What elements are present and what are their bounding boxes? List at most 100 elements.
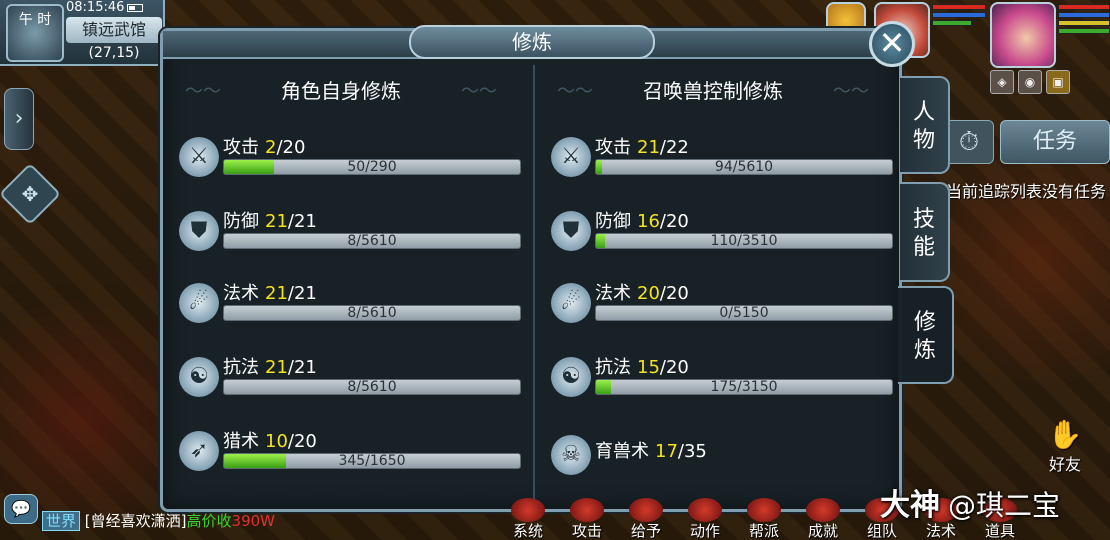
menu-icon bbox=[806, 498, 840, 522]
skill-row[interactable]: ⛊ 防御 21/21 8/5610 bbox=[179, 207, 521, 267]
cultivation-panel: 修炼 ✕ 角色自身修炼 召唤兽控制修炼 ☠ 育兽术17/35 ⚔攻击2/2050… bbox=[160, 21, 915, 512]
skill-name-text: 抗法 bbox=[223, 357, 259, 378]
menu-button[interactable]: 帮派 bbox=[741, 498, 787, 540]
pet-exp-bar bbox=[932, 20, 972, 26]
location-name[interactable]: 镇远武馆 bbox=[66, 17, 162, 43]
tab-label-char: 能 bbox=[912, 235, 935, 260]
chat-icon[interactable]: 💬 bbox=[4, 494, 38, 524]
chevron-right-icon[interactable]: › bbox=[4, 88, 34, 150]
skill-level: 10 bbox=[265, 431, 288, 452]
skill-max-level: /35 bbox=[677, 441, 707, 462]
battery-icon bbox=[127, 3, 144, 12]
skill-name: 攻击 2/20 bbox=[223, 133, 305, 159]
skill-name-text: 抗法 bbox=[595, 357, 631, 378]
progress-text: 50/290 bbox=[347, 159, 397, 175]
handshake-icon: ✋ bbox=[1047, 418, 1083, 451]
task-button[interactable]: 任务 bbox=[1000, 120, 1110, 164]
treasure-icon[interactable]: ▣ bbox=[1046, 70, 1070, 94]
progress-text: 345/1650 bbox=[338, 453, 406, 469]
skill-level: 16 bbox=[637, 211, 660, 232]
skill-name: 防御 21/21 bbox=[223, 207, 317, 233]
skill-progress-bar: 50/290 bbox=[223, 159, 521, 175]
menu-label: 法术 bbox=[925, 522, 956, 540]
skill-max-level: /20 bbox=[659, 211, 689, 232]
menu-label: 组队 bbox=[866, 522, 897, 540]
skill-name: 法术 20/20 bbox=[595, 279, 689, 305]
tab-label-char: 技 bbox=[912, 207, 935, 232]
tab-2[interactable]: 修炼 bbox=[898, 286, 954, 384]
skill-row[interactable]: ⚔ 攻击 21/22 94/5610 bbox=[551, 133, 893, 193]
tab-label-char: 修 bbox=[913, 310, 936, 335]
menu-label: 攻击 bbox=[571, 522, 602, 540]
skill-progress-bar: 94/5610 bbox=[595, 159, 893, 175]
skill-progress-bar: 175/3150 bbox=[595, 379, 893, 395]
menu-button[interactable]: 成就 bbox=[800, 498, 846, 540]
skill-row[interactable]: ⚔ 攻击 2/20 50/290 bbox=[179, 133, 521, 193]
skill-name: 猎术 10/20 bbox=[223, 427, 317, 453]
menu-button[interactable]: 给予 bbox=[623, 498, 669, 540]
progress-text: 8/5610 bbox=[347, 233, 397, 249]
progress-text: 110/3510 bbox=[710, 233, 778, 249]
pet-breeding-skill[interactable]: ☠ 育兽术 17/35 bbox=[551, 431, 871, 491]
tab-label-char: 炼 bbox=[913, 338, 936, 363]
chat-message[interactable]: 世界 [曾经喜欢潇洒]高价收390W bbox=[42, 510, 275, 531]
tab-1[interactable]: 技能 bbox=[900, 182, 950, 282]
skill-progress-bar: 8/5610 bbox=[223, 379, 521, 395]
skill-progress-bar: 345/1650 bbox=[223, 453, 521, 469]
skill-name: 法术 21/21 bbox=[223, 279, 317, 305]
friends-button[interactable]: ✋ 好友 bbox=[1040, 418, 1090, 475]
skill-name-text: 攻击 bbox=[223, 137, 259, 158]
timer-icon[interactable]: ⏱ bbox=[944, 120, 994, 164]
menu-icon bbox=[570, 498, 604, 522]
progress-text: 94/5610 bbox=[714, 159, 774, 175]
skill-level: 17 bbox=[655, 441, 678, 462]
skill-row[interactable]: ☯ 抗法 15/20 175/3150 bbox=[551, 353, 893, 413]
skill-row[interactable]: ☄ 法术 21/21 8/5610 bbox=[179, 279, 521, 339]
skill-progress-bar: 110/3510 bbox=[595, 233, 893, 249]
skill-row[interactable]: ☄ 法术 20/20 0/5150 bbox=[551, 279, 893, 339]
self-cultivation-header: 角色自身修炼 bbox=[185, 75, 497, 104]
skill-level: 2 bbox=[265, 137, 277, 158]
skill-max-level: /20 bbox=[276, 137, 306, 158]
skill-row[interactable]: ➶ 猎术 10/20 345/1650 bbox=[179, 427, 521, 487]
progress-text: 8/5610 bbox=[347, 305, 397, 321]
time-location-box: 午 时 08:15:46 镇远武馆 (27,15) bbox=[0, 0, 165, 66]
status-icon-2[interactable]: ◉ bbox=[1018, 70, 1042, 94]
menu-button[interactable]: 系统 bbox=[505, 498, 551, 540]
menu-label: 成就 bbox=[807, 522, 838, 540]
tab-label-char: 人 bbox=[912, 100, 935, 125]
menu-label: 道具 bbox=[984, 522, 1015, 540]
close-button[interactable]: ✕ bbox=[869, 21, 915, 67]
skill-name: 抗法 21/21 bbox=[223, 353, 317, 379]
skill-row[interactable]: ☯ 抗法 21/21 8/5610 bbox=[179, 353, 521, 413]
menu-button[interactable]: 攻击 bbox=[564, 498, 610, 540]
skill-row[interactable]: ⛊ 防御 16/20 110/3510 bbox=[551, 207, 893, 267]
hero-portrait[interactable] bbox=[990, 2, 1056, 68]
yin-yang-icon: ☯ bbox=[551, 357, 591, 397]
skill-progress-bar: 8/5610 bbox=[223, 305, 521, 321]
staff-icon: ☄ bbox=[179, 283, 219, 323]
tab-0[interactable]: 人物 bbox=[900, 76, 950, 174]
menu-button[interactable]: 动作 bbox=[682, 498, 728, 540]
skill-level: 20 bbox=[637, 283, 660, 304]
watermark: 大神 @琪二宝 bbox=[880, 480, 1060, 524]
hero-mp-bar bbox=[1058, 12, 1110, 18]
menu-label: 帮派 bbox=[748, 522, 779, 540]
status-icon-1[interactable]: ◈ bbox=[990, 70, 1014, 94]
skill-max-level: /21 bbox=[287, 357, 317, 378]
chat-amount: 390W bbox=[231, 512, 275, 530]
shield-icon: ⛊ bbox=[551, 211, 591, 251]
chat-item: [曾经喜欢潇洒] bbox=[84, 512, 187, 530]
watermark-user: @琪二宝 bbox=[948, 489, 1061, 522]
pet-cultivation-header: 召唤兽控制修炼 bbox=[557, 75, 869, 104]
skill-max-level: /21 bbox=[287, 283, 317, 304]
progress-text: 0/5150 bbox=[719, 305, 769, 321]
skill-name-text: 法术 bbox=[223, 283, 259, 304]
skull-icon: ☠ bbox=[551, 435, 591, 475]
pet-hp-bar bbox=[932, 4, 986, 10]
task-hint: 当前追踪列表没有任务 bbox=[946, 182, 1107, 201]
skill-level: 21 bbox=[265, 211, 288, 232]
menu-icon bbox=[511, 498, 545, 522]
sword-icon: ⚔ bbox=[179, 137, 219, 177]
bow-icon: ➶ bbox=[179, 431, 219, 471]
